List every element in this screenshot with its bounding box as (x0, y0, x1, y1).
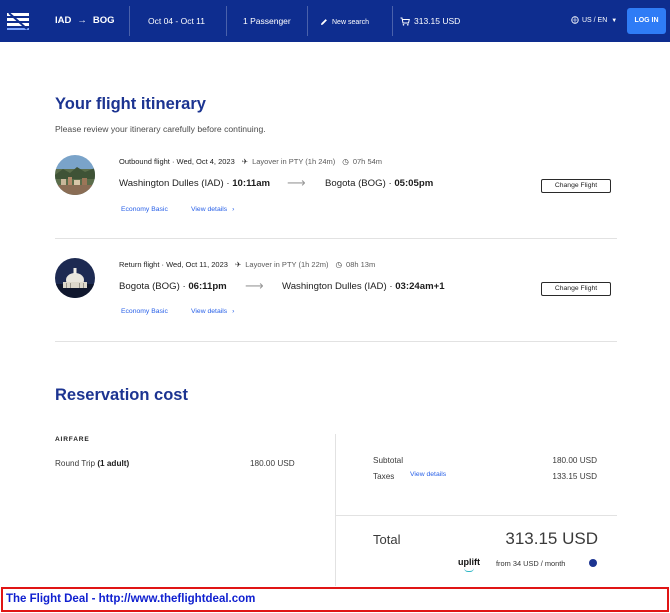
info-icon[interactable] (589, 559, 597, 567)
locale-selector[interactable]: US / EN ▼ (571, 0, 617, 42)
arrival-time: 05:05pm (394, 178, 434, 189)
arrival-time: 03:24am+1 (395, 281, 445, 292)
watermark-banner: The Flight Deal - http://www.theflightde… (1, 587, 669, 612)
fare-class-link[interactable]: Economy Basic (121, 308, 168, 315)
cart-summary[interactable]: 313.15 USD (400, 0, 460, 42)
flight-duration: 08h 13m (346, 260, 376, 269)
arrival-info: Washington Dulles (IAD) · 03:24am+1 (282, 281, 445, 292)
flight-route: Washington Dulles (IAD) · 10:11am ⟶ Bogo… (119, 175, 599, 190)
trip-type: Round Trip (1 adult) (55, 459, 129, 468)
fare-class-link[interactable]: Economy Basic (121, 206, 168, 213)
flight-meta: Return flight · Wed, Oct 11, 2023 ✈ Layove… (119, 260, 375, 269)
clock-icon: ◷ (342, 157, 349, 166)
header-divider (307, 6, 308, 36)
arrow-right-icon: ⟶ (245, 278, 264, 293)
header-divider (129, 6, 130, 36)
header-divider (226, 6, 227, 36)
taxes-label: Taxes (373, 472, 395, 481)
page-subtitle: Please review your itinerary carefully b… (55, 124, 266, 134)
return-flight-card: Return flight · Wed, Oct 11, 2023 ✈ Layove… (55, 258, 617, 328)
uplift-brand: uplift (458, 557, 480, 567)
clock-icon: ◷ (335, 260, 343, 269)
new-search-label: New search (332, 19, 369, 26)
chevron-down-icon: ▼ (611, 18, 618, 24)
passenger-count[interactable]: 1 Passenger (243, 0, 291, 42)
travel-dates[interactable]: Oct 04 - Oct 11 (148, 0, 205, 42)
subtotal-amount: 180.00 USD (552, 456, 597, 465)
section-divider (55, 341, 617, 342)
trip-adults: (1 adult) (97, 459, 130, 468)
origin-thumbnail (55, 258, 95, 298)
airfare-heading: AIRFARE (55, 436, 90, 443)
taxes-amount: 133.15 USD (552, 472, 597, 481)
change-flight-button[interactable]: Change Flight (541, 179, 611, 193)
view-details-label: View details (191, 206, 228, 213)
new-search-button[interactable]: New search (320, 0, 369, 42)
section-divider (55, 238, 617, 239)
logo-icon[interactable] (7, 9, 31, 33)
flight-direction-date: Outbound flight · Wed, Oct 4, 2023 (119, 157, 235, 166)
view-details-label: View details (191, 308, 228, 315)
plane-icon: ✈ (241, 157, 249, 166)
origin-code: IAD (55, 15, 72, 26)
destination-code: BOG (92, 15, 115, 26)
arrival-airport: Bogota (BOG) · (325, 178, 395, 189)
chevron-right-icon: › (232, 206, 235, 213)
flight-duration: 07h 54m (352, 157, 383, 166)
uplift-smile-icon (464, 568, 474, 572)
trip-label: Round Trip (55, 459, 98, 468)
departure-airport: Washington Dulles (IAD) · (119, 178, 233, 189)
view-details-link[interactable]: View details › (191, 308, 234, 315)
chevron-right-icon: › (232, 308, 235, 315)
watermark-text: The Flight Deal - http://www.theflightde… (6, 593, 256, 605)
arrival-info: Bogota (BOG) · 05:05pm (325, 178, 433, 189)
arrow-right-icon: → (77, 15, 87, 26)
reservation-cost-title: Reservation cost (55, 386, 188, 404)
plane-icon: ✈ (234, 260, 242, 269)
monthly-payment-text: from 34 USD / month (496, 559, 566, 568)
column-divider (335, 434, 336, 586)
outbound-flight-card: Outbound flight · Wed, Oct 4, 2023 ✈ Layov… (55, 155, 617, 225)
pencil-icon (321, 18, 327, 25)
flight-meta: Outbound flight · Wed, Oct 4, 2023 ✈ Layov… (119, 157, 382, 166)
login-button[interactable]: LOG IN (627, 8, 666, 34)
subtotal-label: Subtotal (373, 456, 404, 465)
top-navigation-bar: IAD → BOG Oct 04 - Oct 11 1 Passenger New … (0, 0, 670, 42)
total-amount: 313.15 USD (505, 529, 598, 548)
view-details-link[interactable]: View details › (191, 206, 234, 213)
globe-icon (571, 16, 579, 24)
arrival-airport: Washington Dulles (IAD) · (282, 281, 396, 292)
change-flight-button[interactable]: Change Flight (541, 282, 611, 296)
total-divider (335, 515, 617, 516)
uplift-logo[interactable]: uplift (458, 557, 480, 572)
flight-direction-date: Return flight · Wed, Oct 11, 2023 (119, 260, 228, 269)
header-divider (392, 6, 393, 36)
flight-route: Bogota (BOG) · 06:11pm ⟶ Washington Dull… (119, 278, 599, 293)
cart-total: 313.15 USD (414, 16, 461, 26)
taxes-view-details-link[interactable]: View details (410, 471, 446, 478)
destination-thumbnail (55, 155, 95, 195)
arrow-right-icon: ⟶ (287, 175, 306, 190)
layover-info: Layover in PTY (1h 24m) (252, 157, 336, 166)
total-label: Total (373, 532, 401, 547)
cart-icon (400, 17, 410, 26)
locale-label: US / EN (582, 17, 608, 24)
page-title: Your flight itinerary (55, 95, 206, 113)
departure-airport: Bogota (BOG) · (119, 281, 189, 292)
trip-amount: 180.00 USD (250, 459, 295, 468)
layover-info: Layover in PTY (1h 22m) (245, 260, 329, 269)
route-summary[interactable]: IAD → BOG (55, 0, 115, 42)
departure-time: 10:11am (232, 178, 271, 189)
departure-time: 06:11pm (188, 281, 227, 292)
